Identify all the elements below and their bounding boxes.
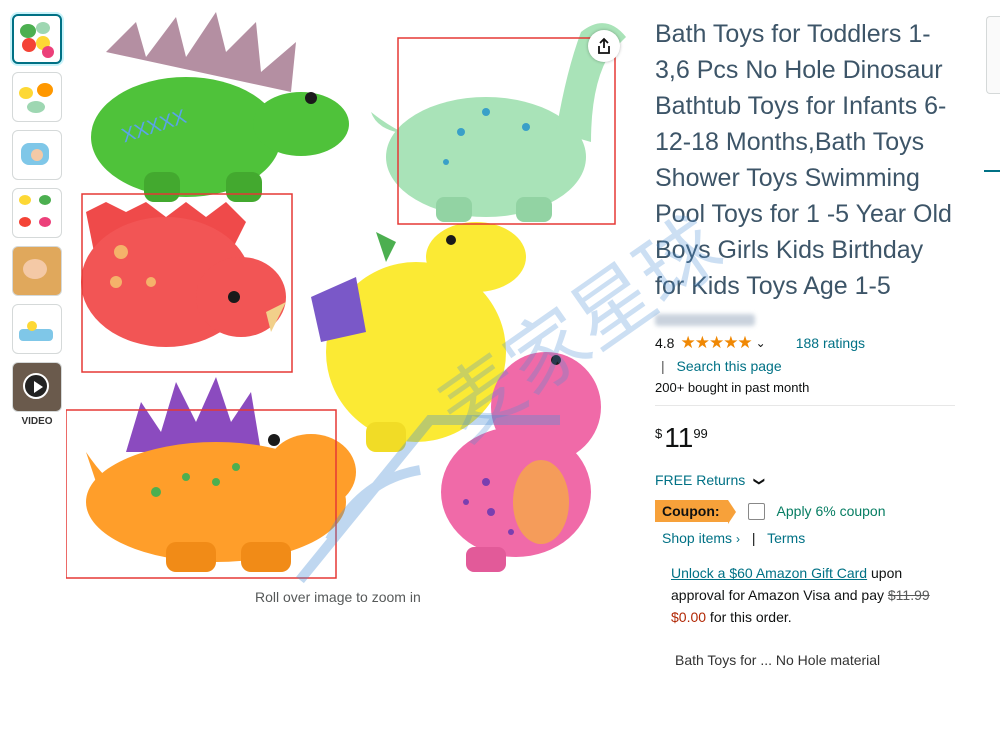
rating-row: 4.8 ★★★★★ ⌄ 188 ratings	[655, 332, 955, 354]
chevron-right-icon: ›	[735, 532, 740, 546]
gift-text-2: for this order.	[706, 609, 792, 625]
coupon-row: Coupon: Apply 6% coupon	[655, 500, 955, 524]
chevron-down-icon: ❯	[753, 476, 766, 487]
truncated-text: Bath Toys for ... No Hole material	[675, 652, 881, 668]
separator: |	[751, 530, 756, 546]
search-this-page-link[interactable]: Search this page	[677, 358, 782, 374]
product-title: Bath Toys for Toddlers 1-3,6 Pcs No Hole…	[655, 20, 952, 300]
terms-link[interactable]: Terms	[767, 530, 805, 546]
green-dinosaur-toy: XXXXX	[91, 12, 349, 202]
star-rating-icon[interactable]: ★★★★★	[680, 333, 752, 353]
rating-value: 4.8	[655, 335, 675, 351]
new-price: $0.00	[671, 609, 707, 625]
divider	[984, 170, 1000, 172]
coupon-text[interactable]: Apply 6% coupon	[777, 503, 886, 519]
thumbnail-3[interactable]	[12, 130, 62, 180]
price-fraction: 99	[693, 426, 708, 441]
thumbnail-2[interactable]	[12, 72, 62, 122]
coupon-links: Shop items › | Terms	[662, 530, 955, 546]
share-button[interactable]	[588, 30, 620, 62]
right-panel-edge	[982, 0, 1000, 732]
search-row: | Search this page	[655, 358, 955, 374]
gift-card-link[interactable]: Unlock a $60 Amazon Gift Card	[671, 565, 867, 581]
thumbnail-5[interactable]	[12, 246, 62, 296]
coupon-checkbox[interactable]	[747, 502, 765, 520]
thumbnail-6[interactable]	[12, 304, 62, 354]
old-price: $11.99	[887, 587, 930, 603]
zoom-hint: Roll over image to zoom in	[255, 589, 421, 605]
price-symbol: $	[655, 426, 663, 441]
orange-dinosaur-toy	[86, 377, 356, 572]
store-link-blurred[interactable]	[655, 314, 755, 326]
product-info: Bath Toys for Toddlers 1-3,6 Pcs No Hole…	[655, 16, 955, 668]
thumbnail-4[interactable]	[12, 188, 62, 238]
price: $ 11 99	[655, 422, 955, 454]
buy-box-edge	[986, 16, 1000, 94]
shop-items-link[interactable]: Shop items	[662, 530, 732, 546]
free-returns-link[interactable]: FREE Returns ❯	[655, 472, 955, 488]
free-returns-label: FREE Returns	[655, 472, 746, 488]
share-icon	[598, 37, 610, 54]
separator: |	[661, 358, 665, 374]
coupon-badge: Coupon:	[655, 500, 736, 524]
mint-dinosaur-toy	[371, 23, 626, 222]
video-label: VIDEO	[21, 416, 53, 427]
main-product-image[interactable]: XXXXX	[66, 12, 636, 587]
gift-card-offer: Unlock a $60 Amazon Gift Card upon appro…	[671, 562, 951, 628]
red-triceratops-toy	[81, 202, 286, 347]
chevron-down-icon[interactable]: ⌄	[756, 336, 766, 350]
bought-count: 200+ bought in past month	[655, 380, 955, 406]
thumbnail-1[interactable]	[12, 14, 62, 64]
ratings-count-link[interactable]: 188 ratings	[796, 335, 865, 351]
thumbnail-rail: VIDEO	[8, 14, 66, 427]
play-icon	[23, 373, 49, 399]
price-whole: 11	[664, 422, 694, 453]
video-thumbnail[interactable]	[12, 362, 62, 412]
